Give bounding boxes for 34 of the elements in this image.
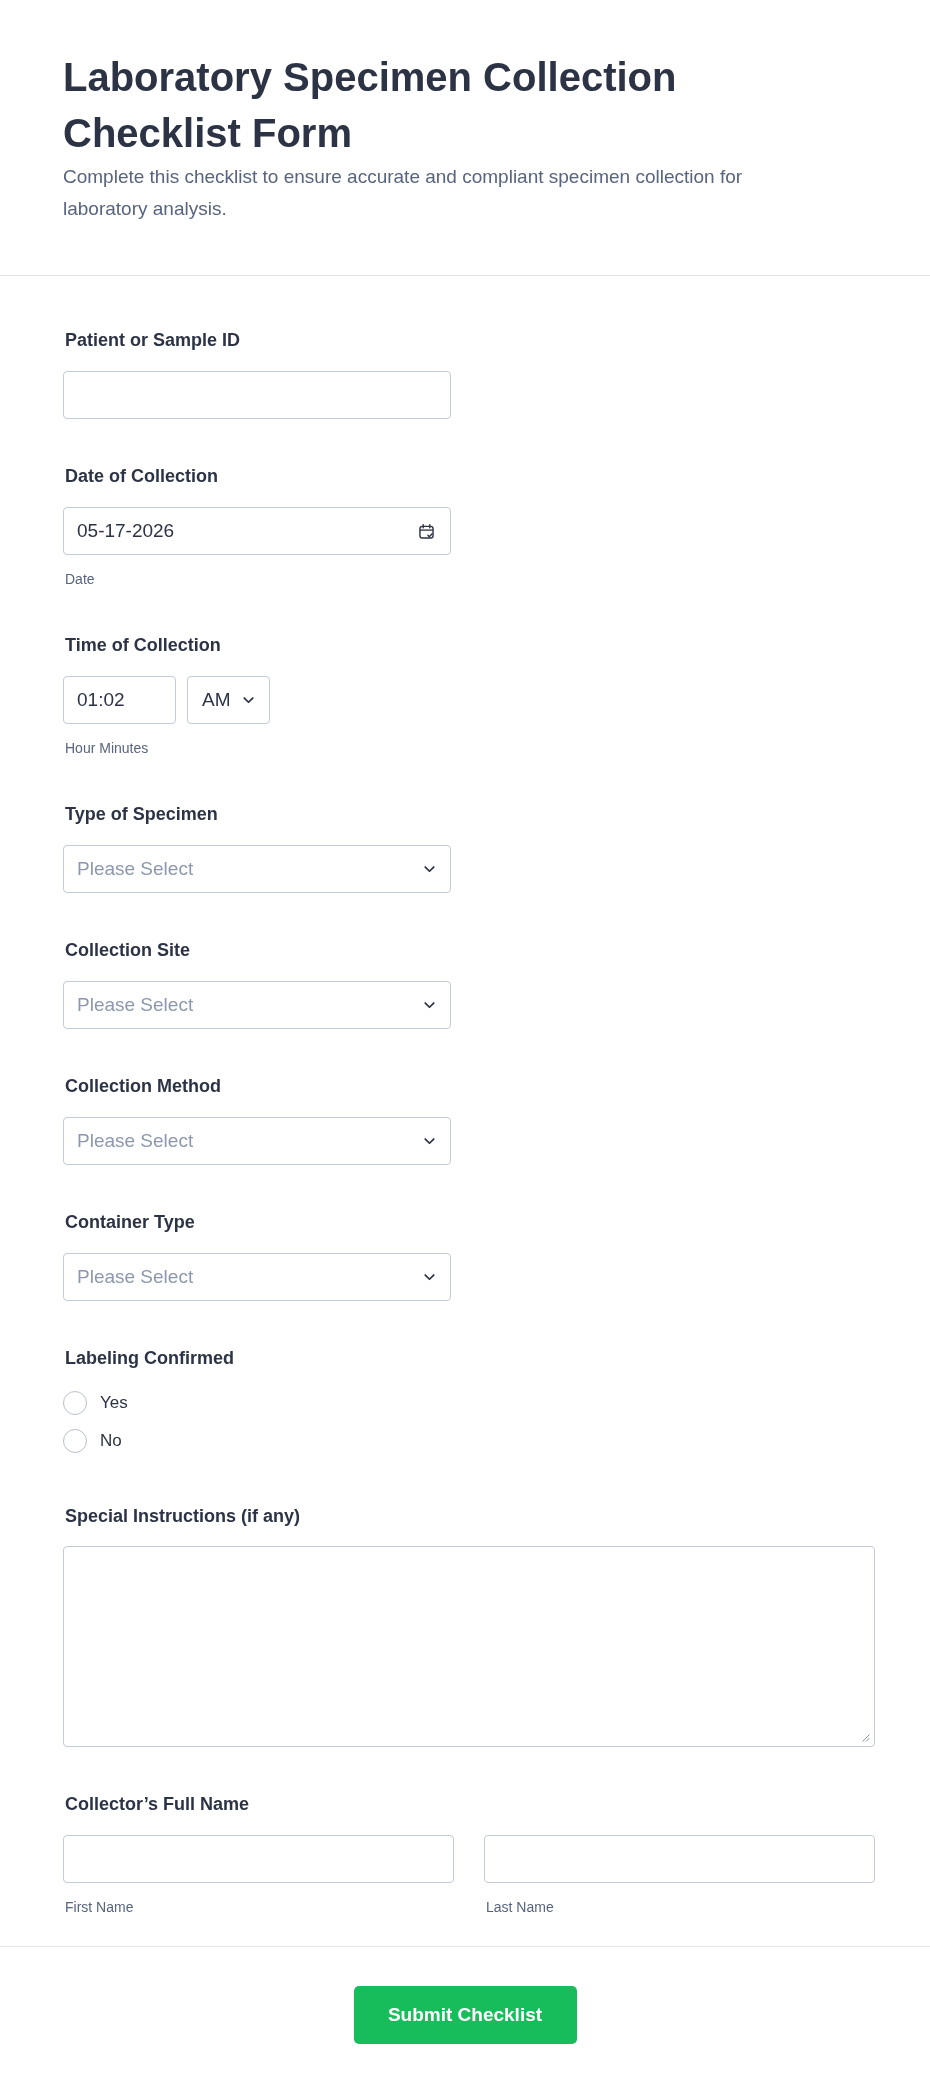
field-label: Time of Collection <box>65 634 222 657</box>
name-input[interactable] <box>63 1835 454 1883</box>
resize-handle-icon[interactable] <box>862 1734 870 1742</box>
field-label: Special Instructions (if any) <box>65 1505 302 1528</box>
field-sublabel: Last Name <box>486 1898 555 1916</box>
form-description: Complete this checklist to ensure accurate and compliant specimen collection for laboratory analysis. <box>63 165 744 221</box>
period-select[interactable]: AM <box>187 676 270 724</box>
radio-button[interactable] <box>63 1391 87 1415</box>
chevron-down-icon <box>424 1273 435 1281</box>
field-label: Collection Site <box>65 939 191 962</box>
field-label: Date of Collection <box>65 465 219 488</box>
field-label: Labeling Confirmed <box>65 1347 235 1370</box>
chevron-down-icon <box>424 1137 435 1145</box>
field-label: Collector’s Full Name <box>65 1793 251 1816</box>
name-input[interactable] <box>484 1835 875 1883</box>
textarea-field[interactable] <box>63 1546 875 1747</box>
form-title: Laboratory Specimen Collection Checklist Form <box>63 54 678 157</box>
field-label: Patient or Sample ID <box>65 329 242 352</box>
radio-label[interactable]: No <box>100 1429 122 1453</box>
field-sublabel: First Name <box>65 1898 135 1916</box>
field-label: Type of Specimen <box>65 803 219 826</box>
chevron-down-icon <box>424 865 435 873</box>
field-label: Container Type <box>65 1211 196 1234</box>
field-label: Collection Method <box>65 1075 222 1098</box>
date-input[interactable]: 05-17-2026 <box>63 507 451 555</box>
field-sublabel: Hour Minutes <box>65 739 150 757</box>
radio-button[interactable] <box>63 1429 87 1453</box>
calendar-icon[interactable] <box>419 523 434 539</box>
field-sublabel: Date <box>65 570 96 588</box>
text-input[interactable] <box>63 371 451 419</box>
radio-label[interactable]: Yes <box>100 1391 128 1415</box>
chevron-down-icon <box>424 1001 435 1009</box>
time-input[interactable]: 01:02 <box>63 676 176 724</box>
chevron-down-icon <box>243 696 254 704</box>
